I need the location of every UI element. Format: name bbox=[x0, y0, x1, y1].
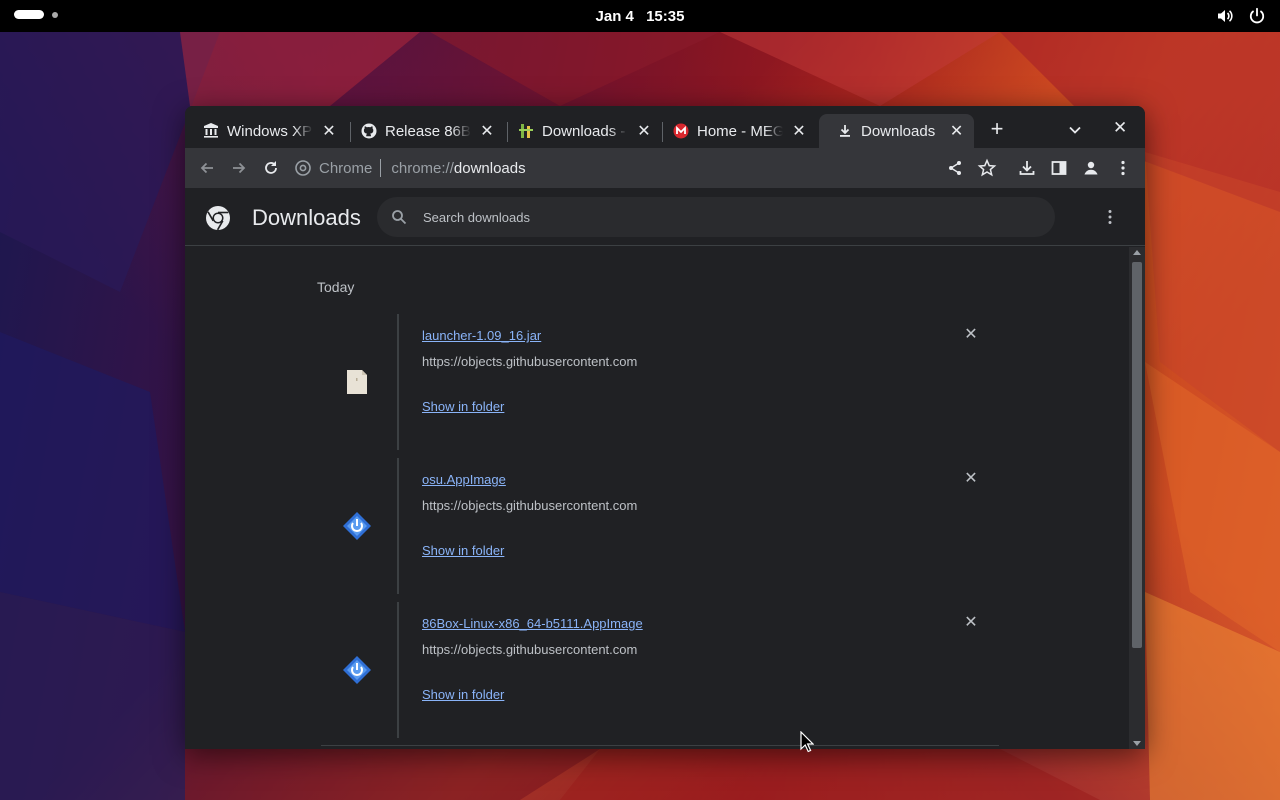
chrome-logo-icon bbox=[206, 206, 230, 231]
tab-search-chevron-icon[interactable] bbox=[1065, 120, 1085, 140]
tab-title: Windows XP bbox=[227, 122, 313, 140]
tab-title: Downloads - bbox=[542, 122, 626, 140]
clock-date: Jan 4 bbox=[595, 8, 634, 25]
download-file-link[interactable]: 86Box-Linux-x86_64-b5111.AppImage bbox=[422, 616, 643, 631]
tab-close-icon[interactable]: ✕ bbox=[479, 121, 495, 141]
remove-item-icon[interactable]: ✕ bbox=[961, 325, 981, 345]
tab-home-mega[interactable]: Home - MEGA ✕ bbox=[655, 114, 820, 148]
profile-icon[interactable] bbox=[1081, 158, 1101, 178]
tab-title: Release 86Box bbox=[385, 122, 471, 140]
forward-arrow-icon[interactable] bbox=[229, 158, 249, 178]
search-icon bbox=[392, 210, 407, 225]
appimage-icon bbox=[343, 656, 371, 684]
download-source-url: https://objects.githubusercontent.com bbox=[422, 354, 638, 369]
reload-icon[interactable] bbox=[261, 158, 281, 178]
address-scheme: chrome:// bbox=[391, 159, 454, 177]
jar-file-icon bbox=[347, 370, 367, 394]
mouse-cursor-icon bbox=[800, 731, 814, 753]
address-host: downloads bbox=[453, 159, 526, 177]
item-divider bbox=[397, 314, 399, 450]
download-icon bbox=[837, 123, 853, 139]
mega-icon bbox=[673, 123, 689, 139]
tab-close-icon[interactable]: ✕ bbox=[636, 121, 652, 141]
search-box[interactable] bbox=[377, 197, 1055, 237]
tab-strip: Windows XP ✕ Release 86Box ✕ Downloads -… bbox=[185, 106, 1145, 148]
address-chip-label: Chrome bbox=[319, 159, 373, 177]
next-item-border bbox=[321, 745, 999, 746]
downloads-toolbar-icon[interactable] bbox=[1017, 158, 1037, 178]
download-item: launcher-1.09_16.jar https://objects.git… bbox=[321, 314, 999, 450]
tab-windows-xp[interactable]: Windows XP ✕ bbox=[185, 114, 350, 148]
clock[interactable]: Jan 4 15:35 bbox=[0, 8, 1280, 25]
clock-time: 15:35 bbox=[646, 8, 685, 25]
tab-downloads-active[interactable]: Downloads ✕ bbox=[819, 114, 974, 148]
download-item: osu.AppImage https://objects.githubuserc… bbox=[321, 458, 999, 594]
downloads-more-icon[interactable] bbox=[1101, 208, 1119, 226]
tab-title: Home - MEGA bbox=[697, 122, 783, 140]
download-source-url: https://objects.githubusercontent.com bbox=[422, 498, 638, 513]
volume-icon[interactable] bbox=[1216, 7, 1234, 25]
address-divider bbox=[380, 159, 382, 177]
tab-close-icon[interactable]: ✕ bbox=[321, 121, 337, 141]
browser-toolbar: Chrome chrome://downloads bbox=[185, 148, 1145, 188]
page-scrollbar[interactable] bbox=[1129, 247, 1145, 749]
back-arrow-icon[interactable] bbox=[197, 158, 217, 178]
download-file-link[interactable]: launcher-1.09_16.jar bbox=[422, 328, 541, 343]
remove-item-icon[interactable]: ✕ bbox=[961, 613, 981, 633]
download-file-link[interactable]: osu.AppImage bbox=[422, 472, 506, 487]
share-icon[interactable] bbox=[945, 158, 965, 178]
show-in-folder-link[interactable]: Show in folder bbox=[422, 687, 504, 702]
show-in-folder-link[interactable]: Show in folder bbox=[422, 543, 504, 558]
tab-downloads-external[interactable]: Downloads - ✕ bbox=[500, 114, 665, 148]
new-tab-button[interactable]: + bbox=[985, 118, 1009, 142]
scroll-down-arrow-icon[interactable] bbox=[1133, 741, 1141, 746]
downloads-page: Downloads Today launcher-1.09_16.jar htt… bbox=[185, 188, 1145, 749]
bookmark-star-icon[interactable] bbox=[977, 158, 997, 178]
browser-menu-icon[interactable] bbox=[1113, 158, 1133, 178]
date-section-heading: Today bbox=[317, 279, 355, 295]
scrollbar-thumb[interactable] bbox=[1132, 262, 1142, 648]
power-icon[interactable] bbox=[1248, 7, 1266, 25]
page-title: Downloads bbox=[252, 205, 361, 230]
downloads-header: Downloads bbox=[185, 188, 1145, 246]
window-close-icon[interactable]: ✕ bbox=[1113, 118, 1127, 138]
search-input[interactable] bbox=[423, 209, 1023, 225]
remove-item-icon[interactable]: ✕ bbox=[961, 469, 981, 489]
tab-release-86box[interactable]: Release 86Box ✕ bbox=[343, 114, 508, 148]
github-icon bbox=[361, 123, 377, 139]
downloads-list: Today launcher-1.09_16.jar https://objec… bbox=[185, 247, 1145, 749]
scroll-up-arrow-icon[interactable] bbox=[1133, 250, 1141, 255]
item-divider bbox=[397, 602, 399, 738]
tab-close-icon[interactable]: ✕ bbox=[949, 121, 964, 141]
browser-window: Windows XP ✕ Release 86Box ✕ Downloads -… bbox=[185, 106, 1145, 749]
download-source-url: https://objects.githubusercontent.com bbox=[422, 642, 638, 657]
item-divider bbox=[397, 458, 399, 594]
tab-close-icon[interactable]: ✕ bbox=[791, 121, 807, 141]
show-in-folder-link[interactable]: Show in folder bbox=[422, 399, 504, 414]
tree-icon bbox=[518, 123, 534, 139]
side-panel-icon[interactable] bbox=[1049, 158, 1069, 178]
tab-title: Downloads bbox=[861, 122, 936, 140]
address-bar[interactable]: Chrome chrome://downloads bbox=[295, 152, 975, 184]
chrome-site-icon bbox=[295, 160, 311, 176]
archive-icon bbox=[203, 123, 219, 139]
appimage-icon bbox=[343, 512, 371, 540]
download-item: 86Box-Linux-x86_64-b5111.AppImage https:… bbox=[321, 602, 999, 738]
system-tray[interactable] bbox=[1216, 7, 1266, 25]
system-top-bar: Jan 4 15:35 bbox=[0, 0, 1280, 32]
